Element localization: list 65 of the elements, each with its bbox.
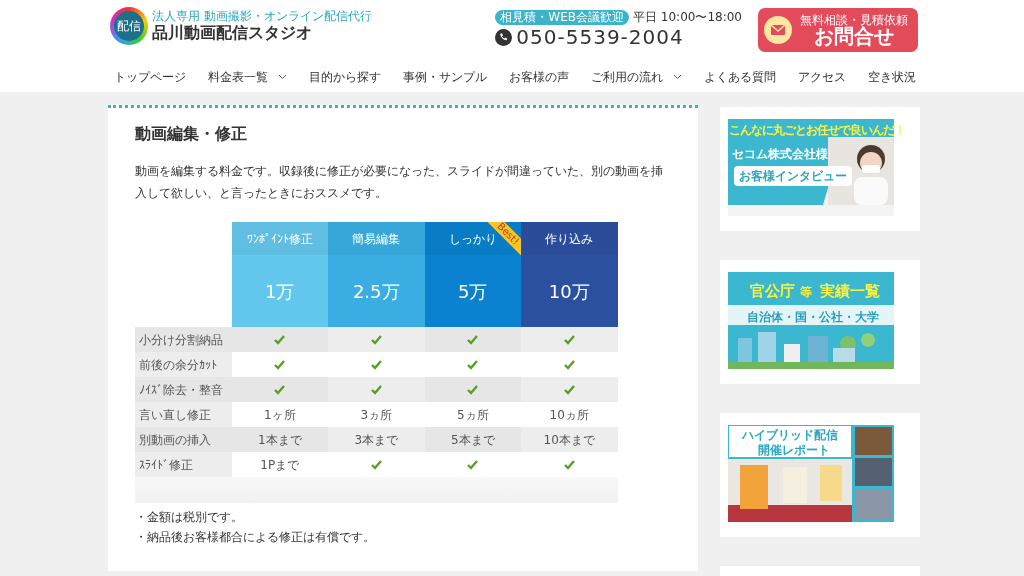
plan-price: 10万 [547,279,591,304]
nav-link[interactable]: アクセス [798,68,846,86]
chevron-down-icon[interactable] [278,74,287,80]
check-icon [563,384,575,395]
check-icon [274,384,286,395]
check-icon [467,384,479,395]
section-title: 動画編集・修正 [135,123,248,145]
business-hours: 平日 10:00〜18:00 [633,9,742,26]
row-label: ｽﾗｲﾄﾞ修正 [135,452,232,477]
nav-link[interactable]: トップページ [114,68,186,86]
phone-icon [495,28,513,46]
note-text: ・納品後お客様都合による修正は有償です。 [135,529,376,546]
plan-name: 簡易編集 [328,222,425,255]
banner-headline: こんなに丸ごとお任せで良いんだ！ [729,122,905,139]
logo-icon[interactable]: 配信 [110,7,148,45]
table-cell: 10本まで [521,427,618,452]
check-icon [370,334,382,345]
site-name[interactable]: 品川動画配信スタジオ [152,23,372,43]
chevron-down-icon[interactable] [673,74,682,80]
row-label: 言い直し修正 [135,402,232,427]
nav-link[interactable]: ご利用の流れ [591,68,663,86]
nav-link[interactable]: よくある質問 [704,68,776,86]
check-icon [467,334,479,345]
envelope-icon [764,16,792,44]
nav-link[interactable]: 空き状況 [868,68,916,86]
intro-paragraph: 動画を編集する料金です。収録後に修正が必要になった、スライドが間違っていた、別の動画を挿入して欲しい、と言ったときにおススメです。 [135,163,664,202]
banner-title: セコム株式会社様 [732,146,828,163]
nav-link[interactable]: 事例・サンプル [403,68,487,86]
check-icon [274,359,286,370]
contact-button[interactable]: 無料相談・見積依頼 お問合せ [758,8,918,52]
check-icon [370,359,382,370]
nav-link[interactable]: 目的から探す [309,68,381,86]
contact-badge: 相見積・WEB会議歓迎 [495,9,629,25]
check-icon [467,359,479,370]
nav-link[interactable]: 料金表一覧 [208,68,268,86]
table-cell: 5本まで [424,427,521,452]
check-icon [563,334,575,345]
check-icon [370,459,382,470]
banner-title: 等 [800,284,812,301]
banner-title: 官公庁 [750,281,795,302]
plan-price: 2.5万 [351,279,401,304]
check-icon [467,459,479,470]
banner-subtitle: 自治体・国・公社・大学 [747,309,879,326]
banner-subtitle: お客様インタビュー [734,166,852,186]
check-icon [563,359,575,370]
nav-link[interactable]: お客様の声 [509,68,569,86]
table-cell: 1本まで [231,427,328,452]
table-cell: 3本まで [328,427,425,452]
phone-number[interactable]: 050-5539-2004 [516,26,684,48]
check-icon [370,384,382,395]
row-label: 前後の余分ｶｯﾄ [135,352,232,377]
check-icon [563,459,575,470]
row-label: ﾉｲｽﾞ除去・整音 [135,377,232,402]
plan-name: ﾜﾝﾎﾟｲﾝﾄ修正 [231,222,328,255]
note-text: ・金額は税別です。 [135,509,244,526]
check-icon [274,334,286,345]
plan-price: 5万 [457,279,489,304]
row-label: 別動画の挿入 [135,427,232,452]
row-label: 小分け分割納品 [135,327,232,352]
plan-price: 1万 [264,279,296,304]
tagline: 法人専用 動画撮影・オンライン配信代行 [152,9,372,23]
banner-subtitle: 開催レポート [758,442,830,459]
banner-title: ハイブリッド配信 [742,427,838,444]
plan-name: 作り込み [521,222,618,255]
banner-title: 実績一覧 [820,281,880,302]
